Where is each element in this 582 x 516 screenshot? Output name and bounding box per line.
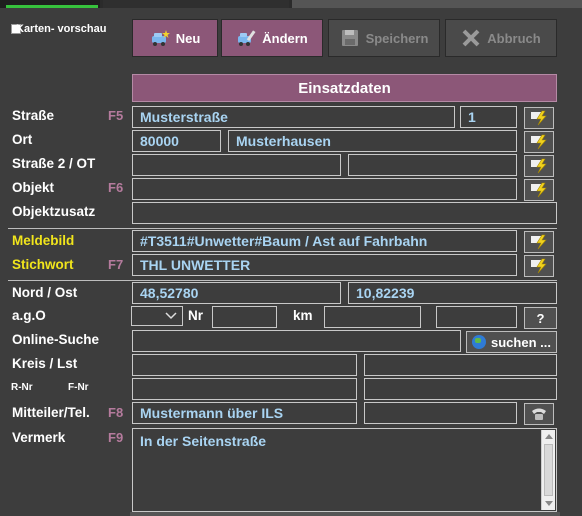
km-field[interactable]	[324, 306, 421, 328]
search-button[interactable]: suchen ...	[466, 331, 557, 353]
new-button-label: Neu	[175, 30, 201, 46]
phone-button[interactable]	[524, 403, 554, 425]
label-meldebild: Meldebild	[12, 233, 75, 248]
new-button[interactable]: Neu	[132, 19, 218, 57]
object-addition-field[interactable]	[132, 202, 557, 224]
tab-active[interactable]	[0, 0, 100, 8]
street-lookup-button[interactable]	[524, 107, 554, 129]
label-ago: a.g.O	[12, 308, 46, 323]
help-button[interactable]: ?	[524, 307, 557, 329]
scroll-up-icon[interactable]	[545, 434, 553, 439]
chevron-down-icon	[165, 312, 177, 320]
label-objektzusatz: Objektzusatz	[12, 204, 96, 219]
fkey-vermerk: F9	[108, 430, 124, 445]
street2-lookup-button[interactable]	[524, 155, 554, 177]
fkey-stichwort: F7	[108, 257, 124, 272]
ago-dropdown[interactable]	[131, 306, 183, 326]
lightning-lookup-icon	[531, 234, 547, 250]
city-field[interactable]: Musterhausen	[228, 130, 517, 152]
remark-scrollbar[interactable]	[541, 430, 555, 510]
r-nr-field[interactable]	[132, 378, 357, 400]
phone-icon	[532, 408, 546, 420]
search-button-label: suchen ...	[491, 334, 551, 350]
nr-field[interactable]	[212, 306, 277, 328]
report-type-lookup-button[interactable]	[524, 231, 554, 253]
label-online-suche: Online-Suche	[12, 332, 100, 347]
phone-field[interactable]	[364, 402, 517, 424]
scroll-down-icon[interactable]	[545, 501, 553, 506]
globe-search-icon	[472, 335, 487, 349]
floppy-disk-icon	[340, 29, 360, 47]
lightning-lookup-icon	[531, 158, 547, 174]
new-vehicle-icon	[150, 29, 170, 47]
fkey-objekt: F6	[108, 180, 124, 195]
house-number-field[interactable]: 1	[460, 106, 517, 128]
active-tab-indicator	[6, 5, 98, 8]
district-field[interactable]	[348, 154, 517, 176]
street-field[interactable]: Musterstraße	[132, 106, 455, 128]
object-lookup-button[interactable]	[524, 179, 554, 201]
control-center-field[interactable]	[364, 354, 557, 376]
district-field-kreis[interactable]	[132, 354, 357, 376]
keyword-lookup-button[interactable]	[524, 255, 554, 277]
label-nord-ost: Nord / Ost	[12, 285, 78, 300]
scroll-thumb[interactable]	[544, 444, 553, 496]
tab-second[interactable]	[103, 0, 289, 8]
separator	[8, 280, 557, 281]
top-tab-strip	[0, 0, 582, 8]
edit-button[interactable]: Ändern	[221, 19, 323, 57]
map-preview-toggle[interactable]: Karten- vorschau	[11, 23, 106, 35]
label-f-nr: F-Nr	[68, 382, 89, 393]
report-type-field[interactable]: #T3511#Unwetter#Baum / Ast auf Fahrbahn	[132, 230, 517, 252]
close-x-icon	[461, 29, 481, 47]
separator	[8, 228, 557, 229]
remark-text: In der Seitenstraße	[140, 433, 267, 449]
bottom-edge	[130, 512, 560, 516]
label-mitteiler: Mitteiler/Tel.	[12, 405, 90, 420]
object-field[interactable]	[132, 178, 517, 200]
edit-vehicle-icon	[236, 29, 256, 47]
lightning-lookup-icon	[531, 258, 547, 274]
east-coordinate-field[interactable]: 10,82239	[348, 282, 557, 304]
tab-third[interactable]	[292, 0, 582, 8]
label-nr: Nr	[188, 308, 204, 323]
label-r-nr: R-Nr	[11, 382, 33, 393]
label-stichwort: Stichwort	[12, 257, 74, 272]
lightning-lookup-icon	[531, 134, 547, 150]
caller-field[interactable]: Mustermann über ILS	[132, 402, 357, 424]
cancel-button-label: Abbruch	[487, 30, 541, 46]
street2-field[interactable]	[132, 154, 341, 176]
lightning-lookup-icon	[531, 110, 547, 126]
postal-code-field[interactable]: 80000	[132, 130, 221, 152]
online-search-field[interactable]	[132, 330, 461, 352]
remark-textarea[interactable]: In der Seitenstraße	[132, 428, 557, 512]
label-km: km	[293, 308, 313, 323]
f-nr-field[interactable]	[364, 378, 557, 400]
save-button-label: Speichern	[365, 30, 429, 46]
save-button[interactable]: Speichern	[328, 19, 440, 57]
label-objekt: Objekt	[12, 180, 55, 195]
map-preview-label: Karten- vorschau	[16, 23, 107, 35]
edit-button-label: Ändern	[262, 30, 308, 46]
km-extra-field[interactable]	[436, 306, 517, 328]
fkey-mitteiler: F8	[108, 405, 124, 420]
section-title: Einsatzdaten	[132, 74, 557, 102]
label-kreis-lst: Kreis / Lst	[12, 356, 78, 371]
label-vermerk: Vermerk	[12, 430, 66, 445]
lightning-lookup-icon	[531, 182, 547, 198]
north-coordinate-field[interactable]: 48,52780	[132, 282, 341, 304]
fkey-strasse: F5	[108, 108, 124, 123]
cancel-button[interactable]: Abbruch	[445, 19, 557, 57]
keyword-field[interactable]: THL UNWETTER	[132, 254, 517, 276]
label-strasse: Straße	[12, 108, 55, 123]
label-ort: Ort	[12, 132, 33, 147]
city-lookup-button[interactable]	[524, 131, 554, 153]
label-strasse2: Straße 2 / OT	[12, 156, 96, 171]
